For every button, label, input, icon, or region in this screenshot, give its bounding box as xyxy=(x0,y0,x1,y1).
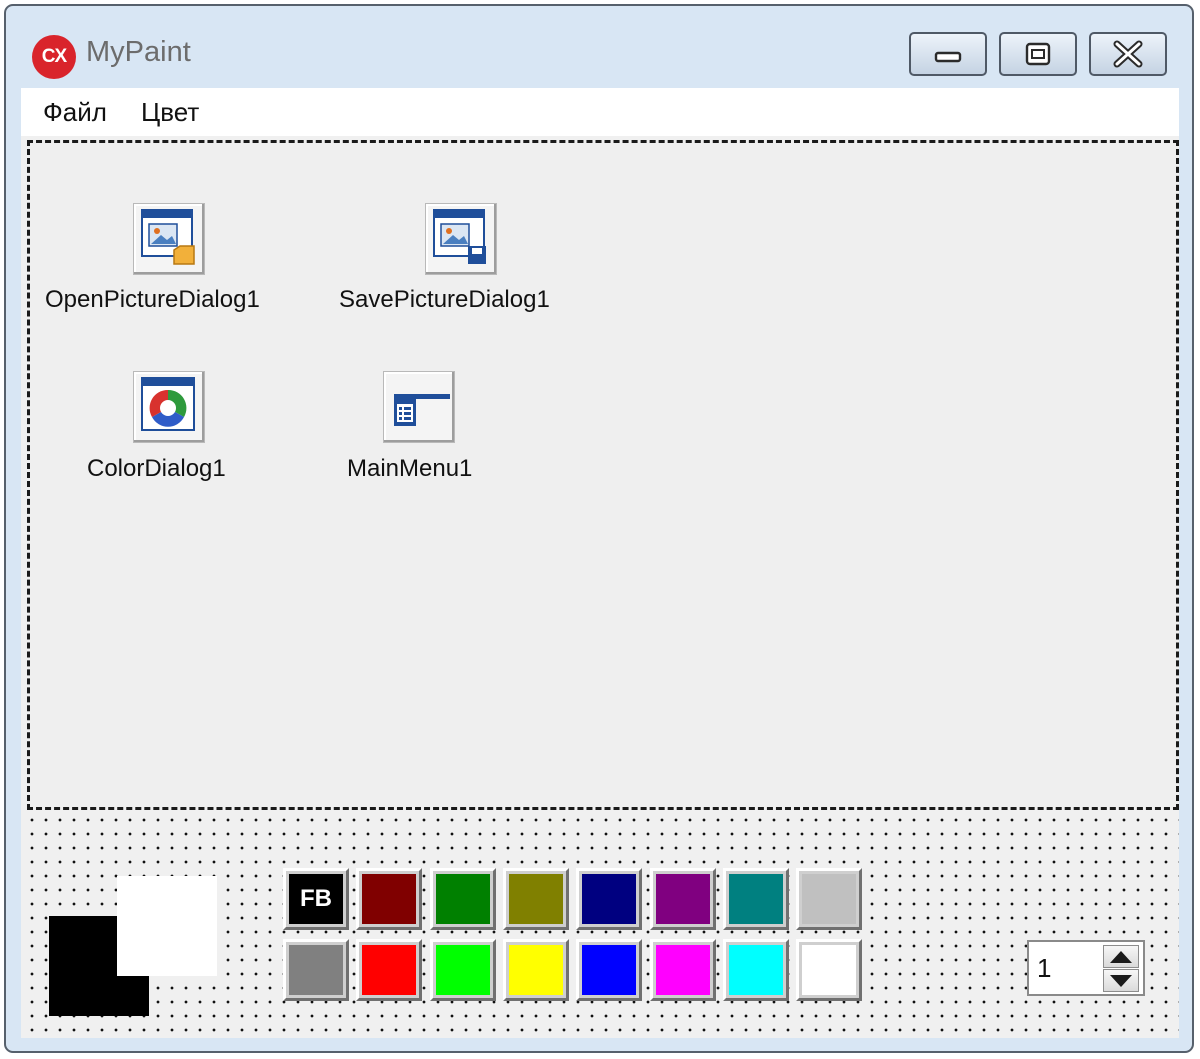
title-bar[interactable]: CX MyPaint xyxy=(6,6,1192,88)
palette-color-5[interactable] xyxy=(576,868,643,930)
palette-color-8[interactable] xyxy=(796,868,863,930)
palette-color-13[interactable] xyxy=(576,939,643,1001)
palette-color-fill xyxy=(362,945,417,995)
palette-color-12[interactable] xyxy=(502,939,569,1001)
main-menu-icon xyxy=(383,371,455,443)
color-dialog-icon xyxy=(133,371,205,443)
component-label: ColorDialog1 xyxy=(87,455,226,482)
palette-color-3[interactable] xyxy=(429,868,496,930)
spin-up-button[interactable] xyxy=(1103,945,1139,968)
palette-color-9[interactable] xyxy=(283,939,349,1001)
pen-width-spin-edit[interactable]: 1 xyxy=(1027,940,1145,996)
form-client-area: Файл Цвет OpenPictureDialog1 SavePicture… xyxy=(21,88,1179,1038)
palette-color-7[interactable] xyxy=(722,868,789,930)
palette-color-fill xyxy=(508,874,563,924)
close-icon xyxy=(1113,40,1143,68)
palette-color-16[interactable] xyxy=(796,939,863,1001)
palette-color-fill xyxy=(289,945,343,995)
minimize-button[interactable] xyxy=(909,32,987,76)
palette-color-1[interactable]: FB xyxy=(283,868,349,930)
component-label: SavePictureDialog1 xyxy=(339,286,550,313)
palette-color-fill xyxy=(728,874,783,924)
palette-color-15[interactable] xyxy=(722,939,789,1001)
palette-panel: FB 1 xyxy=(21,810,1179,1038)
palette-color-fill xyxy=(435,945,490,995)
open-picture-dialog-icon xyxy=(133,203,205,275)
app-logo-icon: CX xyxy=(32,35,76,79)
fb-label: FB xyxy=(300,885,332,912)
app-logo-text: CX xyxy=(41,46,67,67)
component-label: MainMenu1 xyxy=(347,455,473,482)
palette-color-fill xyxy=(655,945,710,995)
main-window: CX MyPaint Файл Цвет OpenPictureDialog1 … xyxy=(4,4,1194,1053)
menu-color[interactable]: Цвет xyxy=(141,97,199,128)
menu-bar: Файл Цвет xyxy=(21,88,1179,136)
palette-color-fill: FB xyxy=(289,874,343,924)
palette-color-14[interactable] xyxy=(649,939,716,1001)
palette-color-fill xyxy=(802,945,857,995)
palette-color-fill xyxy=(728,945,783,995)
palette-color-fill xyxy=(435,874,490,924)
drawing-canvas[interactable]: OpenPictureDialog1 SavePictureDialog1 Co… xyxy=(27,140,1179,810)
close-button[interactable] xyxy=(1089,32,1167,76)
palette-color-fill xyxy=(582,874,637,924)
arrow-down-icon xyxy=(1110,974,1132,987)
pen-width-value[interactable]: 1 xyxy=(1037,953,1051,984)
spin-down-button[interactable] xyxy=(1103,969,1139,992)
background-color-swatch[interactable] xyxy=(117,876,217,976)
palette-color-fill xyxy=(802,874,857,924)
minimize-icon xyxy=(934,51,962,63)
palette-color-fill xyxy=(582,945,637,995)
window-title: MyPaint xyxy=(86,36,191,68)
palette-color-4[interactable] xyxy=(502,868,569,930)
palette-color-11[interactable] xyxy=(429,939,496,1001)
component-label: OpenPictureDialog1 xyxy=(45,286,260,313)
save-picture-dialog-icon xyxy=(425,203,497,275)
palette-color-fill xyxy=(508,945,563,995)
palette-color-fill xyxy=(655,874,710,924)
palette-color-fill xyxy=(362,874,417,924)
arrow-up-icon xyxy=(1110,950,1132,963)
palette-color-10[interactable] xyxy=(356,939,423,1001)
maximize-icon xyxy=(1025,42,1051,66)
palette-color-6[interactable] xyxy=(649,868,716,930)
menu-file[interactable]: Файл xyxy=(43,97,107,128)
palette-color-2[interactable] xyxy=(356,868,423,930)
maximize-button[interactable] xyxy=(999,32,1077,76)
